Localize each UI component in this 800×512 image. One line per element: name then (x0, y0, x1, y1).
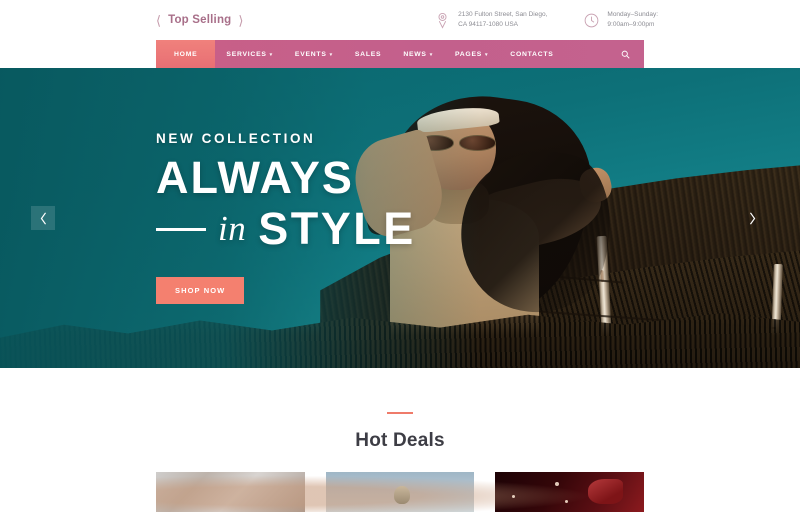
map-pin-icon (434, 12, 451, 29)
hero-slider: NEW COLLECTION ALWAYS in STYLE SHOP NOW (0, 68, 800, 368)
top-selling-ticker[interactable]: ⟨ Top Selling ⟩ (156, 14, 243, 27)
chevron-left-icon[interactable]: ⟨ (156, 14, 161, 27)
hero-prev-button[interactable] (31, 206, 55, 230)
nav-item-contacts[interactable]: CONTACTS (499, 40, 564, 68)
shop-now-button[interactable]: SHOP NOW (156, 277, 245, 305)
nav-item-events-label: EVENTS (294, 50, 327, 58)
nav-item-services[interactable]: SERVICES ▾ (215, 40, 284, 68)
nav-item-news[interactable]: NEWS ▾ (392, 40, 444, 68)
nav-item-sales[interactable]: SALES (344, 40, 392, 68)
chevron-down-icon: ▾ (485, 52, 489, 58)
main-navigation-wrapper: HOME SERVICES ▾ EVENTS ▾ SALES NEWS ▾ PA… (0, 40, 800, 68)
hero-headline-primary: ALWAYS (156, 152, 354, 203)
hours-text: Monday–Sunday: 9:00am–9:00pm (607, 10, 658, 30)
nav-item-contacts-label: CONTACTS (510, 50, 554, 58)
address-line-2: CA 94117-1080 USA (458, 21, 519, 28)
hero-copy: NEW COLLECTION ALWAYS in STYLE SHOP NOW (156, 131, 416, 305)
hot-deal-card-2[interactable] (325, 472, 475, 512)
top-bar-info: 2130 Fulton Street, San Diego, CA 94117-… (434, 10, 800, 30)
chevron-right-icon[interactable]: ⟩ (238, 14, 243, 27)
nav-item-events[interactable]: EVENTS ▾ (284, 40, 344, 68)
hot-deals-card-grid (156, 472, 645, 512)
chevron-down-icon: ▾ (429, 52, 433, 58)
hours-info: Monday–Sunday: 9:00am–9:00pm (583, 10, 658, 30)
chevron-right-icon (748, 211, 757, 225)
chevron-down-icon: ▾ (329, 52, 333, 58)
hero-headline-style: STYLE (258, 203, 416, 255)
top-bar: ⟨ Top Selling ⟩ 2130 Fulton Street, San … (0, 0, 800, 40)
hero-rule (156, 227, 206, 231)
nav-item-news-label: NEWS (403, 50, 427, 58)
hours-line-1: Monday–Sunday: (607, 10, 658, 18)
section-divider (387, 412, 413, 414)
hero-headline-secondary-row: in STYLE (156, 203, 416, 255)
hero-next-button[interactable] (742, 206, 762, 230)
nav-item-pages-label: PAGES (454, 50, 483, 58)
hours-line-2: 9:00am–9:00pm (607, 21, 655, 28)
hero-headline-in: in (218, 209, 247, 249)
nav-item-pages[interactable]: PAGES ▾ (444, 40, 499, 68)
address-line-1: 2130 Fulton Street, San Diego, (458, 10, 548, 18)
nav-item-services-label: SERVICES (226, 50, 267, 58)
hot-deal-card-3[interactable] (495, 472, 645, 512)
address-info: 2130 Fulton Street, San Diego, CA 94117-… (434, 10, 547, 30)
chevron-down-icon: ▾ (269, 52, 273, 58)
nav-item-home[interactable]: HOME (156, 40, 216, 68)
nav-item-sales-label: SALES (354, 50, 382, 58)
hot-deal-card-1[interactable] (156, 472, 305, 512)
hero-kicker: NEW COLLECTION (156, 131, 316, 146)
top-selling-label: Top Selling (168, 14, 232, 26)
main-navigation: HOME SERVICES ▾ EVENTS ▾ SALES NEWS ▾ PA… (156, 40, 644, 68)
search-button[interactable] (607, 40, 644, 68)
address-text: 2130 Fulton Street, San Diego, CA 94117-… (458, 10, 547, 30)
chevron-left-icon (39, 211, 48, 225)
nav-item-home-label: HOME (174, 50, 198, 58)
clock-icon (583, 12, 600, 29)
page-title: Hot Deals (355, 430, 445, 451)
search-icon (621, 50, 630, 59)
